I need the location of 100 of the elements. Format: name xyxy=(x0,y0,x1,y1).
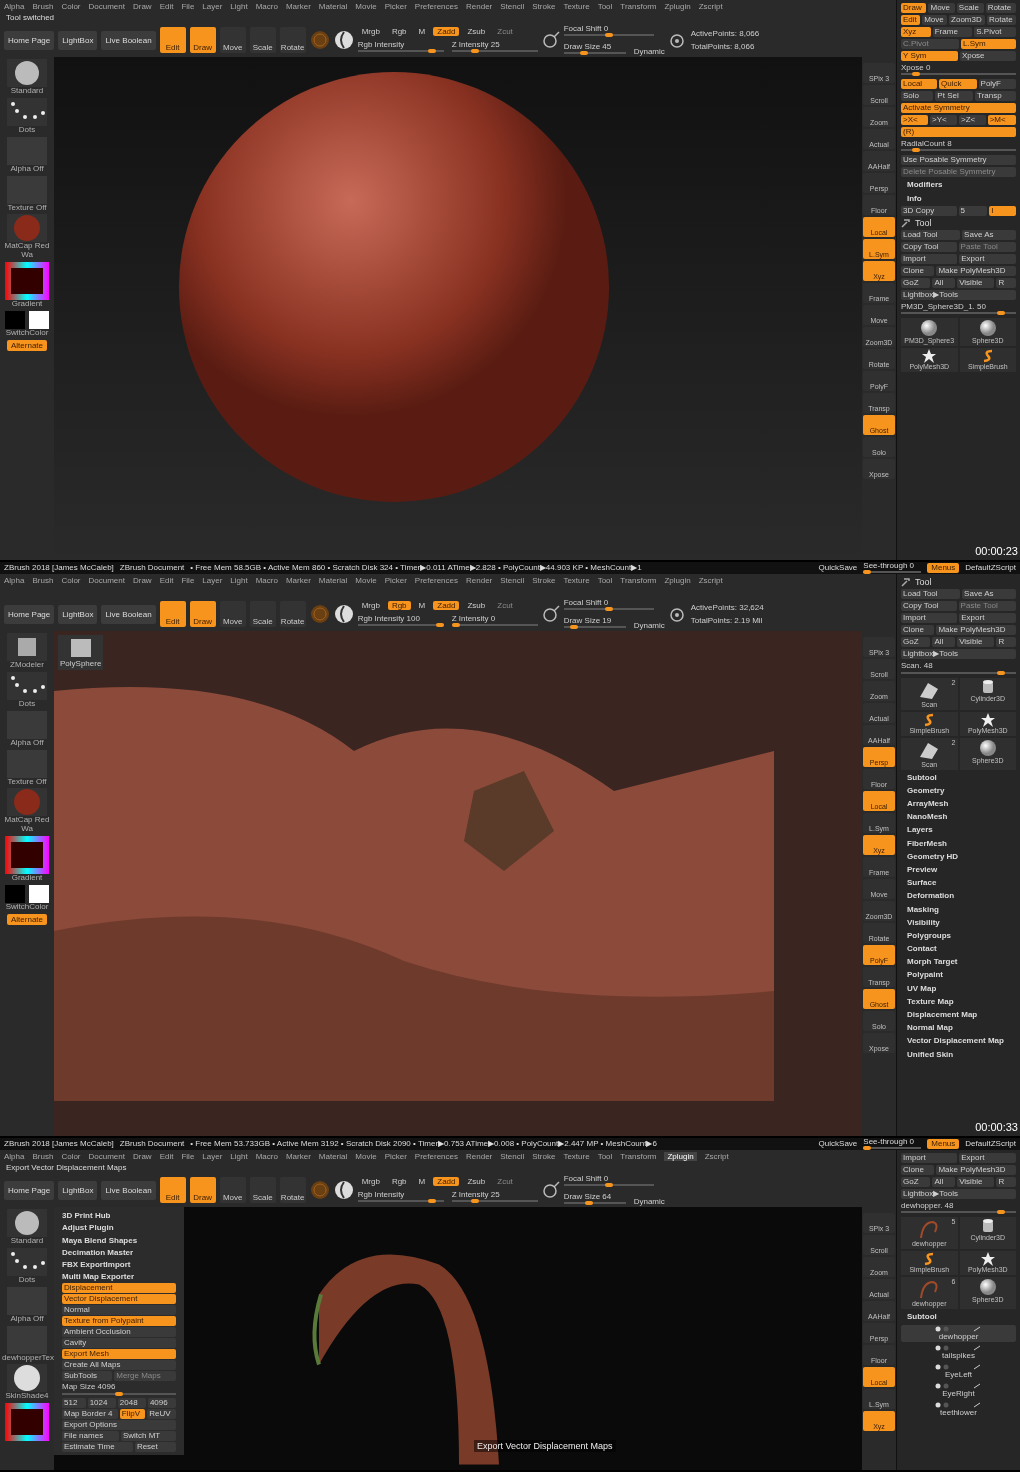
slider-thumb[interactable] xyxy=(427,48,436,53)
toolbar-button[interactable]: LightBox xyxy=(58,604,98,624)
menu-item[interactable]: Document xyxy=(88,2,125,12)
menu-item[interactable]: Stencil xyxy=(500,2,525,12)
palette-button[interactable]: Vector Displacement xyxy=(62,1294,176,1305)
menu-item[interactable]: Picker xyxy=(384,1152,407,1162)
alternate-button[interactable]: Alternate xyxy=(7,339,47,351)
palette-button[interactable]: Export xyxy=(959,254,1016,265)
menu-item[interactable]: Document xyxy=(88,576,125,586)
palette-heading[interactable]: Modifiers xyxy=(901,179,1016,191)
menu-item[interactable]: Texture xyxy=(563,1152,590,1162)
menu-item[interactable]: Movie xyxy=(355,576,377,586)
menu-item[interactable]: Render xyxy=(466,1152,493,1162)
palette-button[interactable]: >X< xyxy=(901,115,929,126)
tool-button[interactable]: Draw xyxy=(189,27,216,54)
slider-thumb[interactable] xyxy=(604,33,613,38)
mode-toggle[interactable]: Zadd xyxy=(433,26,460,36)
menu-item[interactable]: Brush xyxy=(32,1152,54,1162)
palette-button[interactable]: Move xyxy=(928,3,955,13)
menu-item[interactable]: Edit xyxy=(159,2,174,12)
menu-item[interactable]: Macro xyxy=(255,576,278,586)
subtool-item[interactable]: EyeRight xyxy=(901,1382,1016,1400)
palette-button[interactable]: Xpose xyxy=(959,51,1016,61)
menu-item[interactable]: Zplugin xyxy=(664,1152,697,1162)
tool-button[interactable]: Scale xyxy=(249,1177,276,1204)
menu-item[interactable]: Maya Blend Shapes xyxy=(62,1234,176,1246)
palette-button[interactable]: Visible xyxy=(957,1177,995,1187)
palette-heading[interactable]: Deformation xyxy=(901,890,1016,902)
subtool-item[interactable]: tailspikes xyxy=(901,1343,1016,1361)
palette-button[interactable]: Rotate xyxy=(985,3,1016,13)
menu-item[interactable]: Preferences xyxy=(414,2,458,12)
palette-heading[interactable]: Geometry xyxy=(901,784,1016,797)
palette-button[interactable]: >M< xyxy=(987,115,1016,126)
menus-button[interactable]: Menus xyxy=(927,1139,960,1149)
palette-button[interactable]: ReUV xyxy=(147,1408,176,1419)
menu-item[interactable]: Marker xyxy=(285,2,311,12)
palette-button[interactable]: Make PolyMesh3D xyxy=(936,266,1016,277)
toolbar-button[interactable]: Home Page xyxy=(4,30,55,50)
palette-button[interactable]: Texture from Polypaint xyxy=(62,1316,176,1327)
palette-button[interactable]: Save As xyxy=(962,230,1016,241)
mode-toggle[interactable]: Zadd xyxy=(433,1176,460,1186)
slider-thumb[interactable] xyxy=(427,1198,436,1203)
quicksave-button[interactable]: QuickSave xyxy=(818,1139,858,1149)
palette-button[interactable]: Export xyxy=(959,613,1016,624)
menu-item[interactable]: Tool xyxy=(597,1152,613,1162)
slider-thumb[interactable] xyxy=(604,607,613,612)
slider-thumb[interactable] xyxy=(471,48,480,53)
palette-button[interactable]: 4096 xyxy=(147,1397,176,1408)
palette-button[interactable]: >Y< xyxy=(930,115,958,126)
menu-item[interactable]: Texture xyxy=(563,576,590,586)
palette-button[interactable]: Pt Sel xyxy=(935,91,974,102)
mode-toggle[interactable]: M xyxy=(414,1176,430,1186)
palette-heading[interactable]: NanoMesh xyxy=(901,811,1016,823)
palette-button[interactable]: Ambient Occlusion xyxy=(62,1327,176,1338)
slider-thumb[interactable] xyxy=(579,51,588,56)
tool-button[interactable]: Scale xyxy=(249,27,276,54)
menu-item[interactable]: Decimation Master xyxy=(62,1246,176,1258)
menu-item[interactable]: Color xyxy=(61,2,81,12)
palette-button[interactable]: L.Sym xyxy=(961,39,1016,49)
palette-button[interactable]: Activate Symmetry xyxy=(901,103,1016,114)
dynamic-toggle[interactable]: Dynamic xyxy=(633,621,665,631)
palette-heading[interactable]: Texture Map xyxy=(901,995,1016,1008)
slider-thumb[interactable] xyxy=(911,148,920,153)
palette-button[interactable]: Y Sym xyxy=(901,51,958,61)
palette-button[interactable]: Load Tool xyxy=(901,589,961,600)
menu-item[interactable]: Alpha xyxy=(4,576,25,586)
mode-toggle[interactable]: Zsub xyxy=(463,26,490,36)
tool-button[interactable]: Draw xyxy=(189,1177,216,1204)
palette-button[interactable]: Xyz xyxy=(901,27,931,37)
palette-heading[interactable]: Layers xyxy=(901,824,1016,836)
palette-button[interactable]: Clone xyxy=(901,266,935,277)
palette-button[interactable]: 2048 xyxy=(117,1397,146,1408)
palette-heading[interactable]: Polypaint xyxy=(901,969,1016,981)
menu-item[interactable]: Draw xyxy=(132,2,152,12)
palette-heading[interactable]: Visibility xyxy=(901,916,1016,928)
palette-button[interactable]: >Z< xyxy=(959,115,986,126)
menu-item[interactable]: Movie xyxy=(355,1152,377,1162)
menu-item[interactable]: Color xyxy=(61,1152,81,1162)
menu-item[interactable]: Marker xyxy=(285,576,311,586)
menu-item[interactable]: Preferences xyxy=(414,576,458,586)
toolbar-button[interactable]: Live Boolean xyxy=(101,1180,156,1200)
palette-heading[interactable]: Displacement Map xyxy=(901,1009,1016,1021)
menu-item[interactable]: Zplugin xyxy=(664,2,691,12)
menu-item[interactable]: Tool xyxy=(597,576,613,586)
mode-toggle[interactable]: Rgb xyxy=(387,600,411,610)
palette-button[interactable]: Estimate Time xyxy=(62,1441,133,1452)
menu-item[interactable]: Texture xyxy=(563,2,590,12)
tool-button[interactable]: Move xyxy=(219,601,246,628)
palette-button[interactable]: 512 xyxy=(62,1397,86,1408)
mode-toggle[interactable]: Mrgb xyxy=(357,1176,384,1186)
palette-button[interactable]: Solo xyxy=(901,91,934,102)
mode-toggle[interactable]: M xyxy=(414,600,430,610)
mode-toggle[interactable]: M xyxy=(414,26,430,36)
menu-item[interactable]: Zscript xyxy=(698,576,723,586)
menu-item[interactable]: Preferences xyxy=(414,1152,458,1162)
palette-button[interactable]: Map Border 4 xyxy=(62,1408,118,1419)
mode-toggle[interactable]: Rgb xyxy=(387,26,411,36)
palette-button[interactable]: Local xyxy=(901,79,938,90)
mode-toggle[interactable]: Zsub xyxy=(463,600,490,610)
menu-item[interactable]: Transform xyxy=(620,1152,657,1162)
